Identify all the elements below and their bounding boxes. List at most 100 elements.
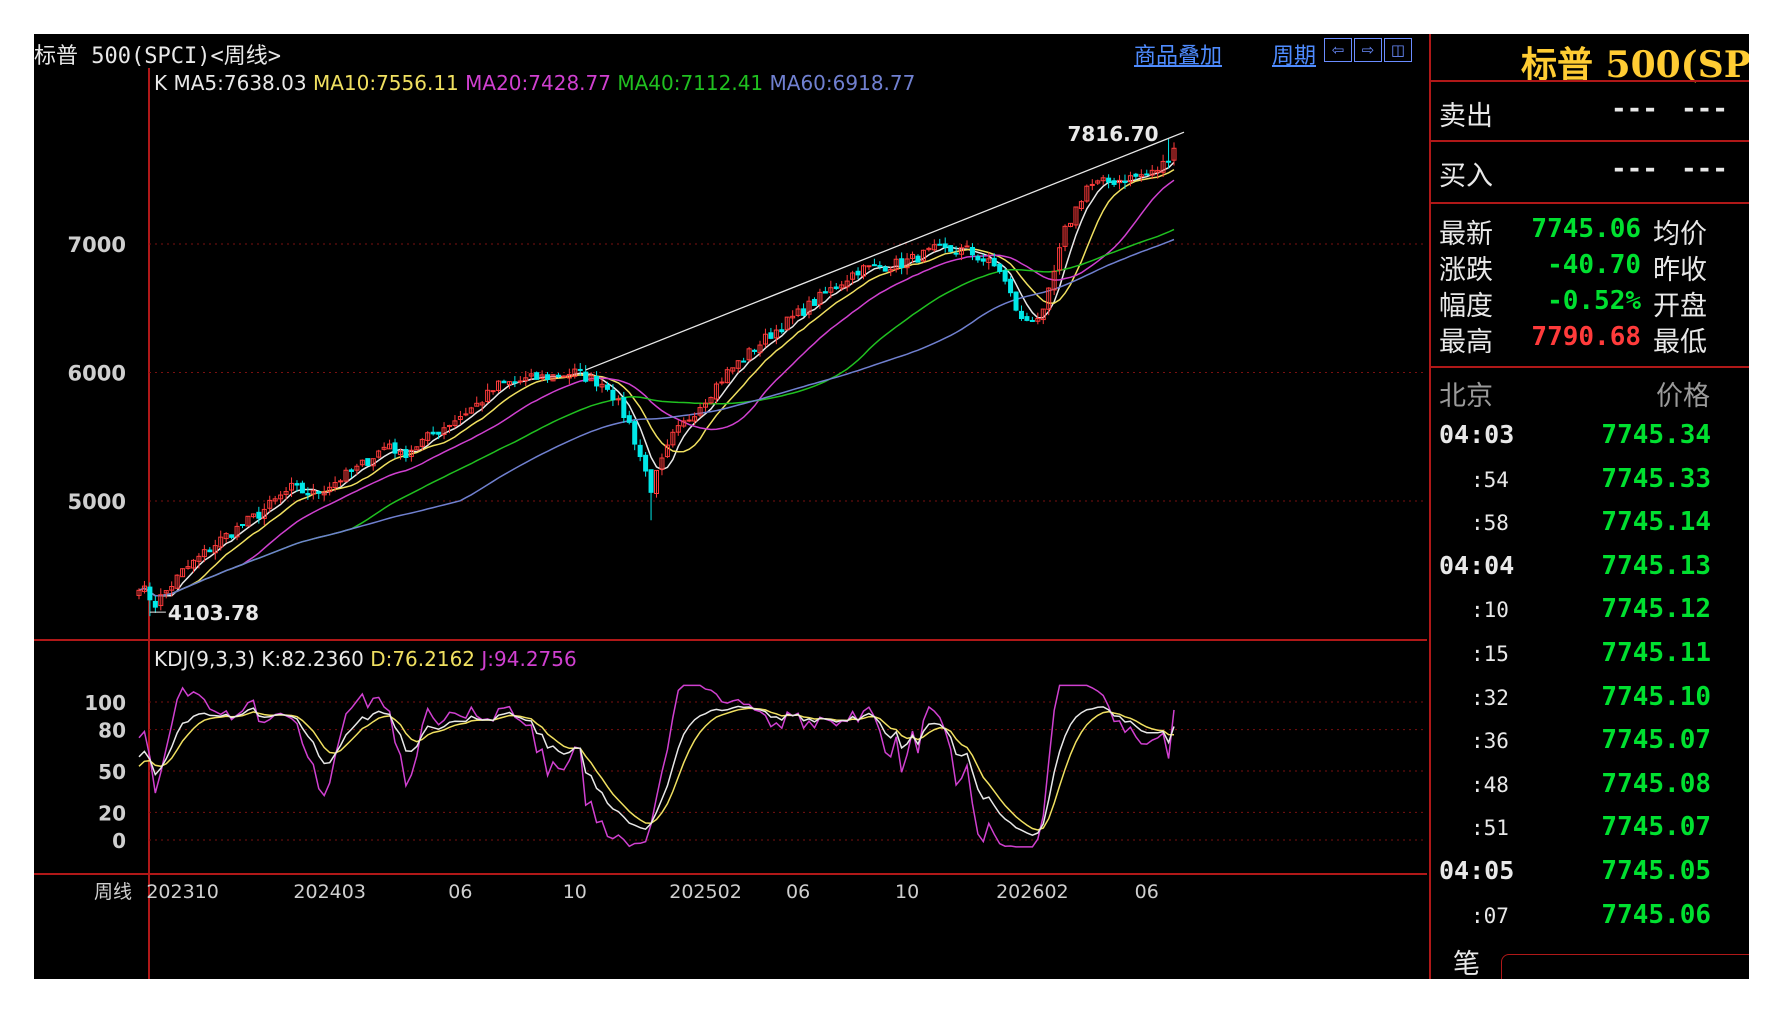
candle-body: [991, 257, 997, 267]
tick-time: :10: [1471, 598, 1509, 623]
quote-panel: 标普 500(SPC 卖出 --- --- 买入 --- --- 最新7745.…: [1429, 34, 1749, 979]
candle-body: [637, 444, 643, 458]
tick-time: 04:04: [1439, 550, 1515, 580]
tick-time: :15: [1471, 642, 1509, 666]
tick-time: :07: [1471, 903, 1509, 928]
buy-label: 买入: [1439, 161, 1493, 192]
buy-volume: ---: [1681, 154, 1728, 184]
quote-right-label: 昨收: [1653, 255, 1707, 286]
candle-body: [997, 263, 1003, 272]
candle-body: [1106, 177, 1112, 183]
candle-body: [501, 380, 507, 384]
candle-body: [294, 483, 300, 486]
x-tick-label: 202602: [996, 881, 1069, 903]
sell-price: ---: [1611, 94, 1658, 124]
y-tick-label: 5000: [68, 490, 126, 514]
kdj-j-line: [138, 684, 1175, 848]
quote-value: -0.52%: [1547, 286, 1641, 316]
chart-title-bar: 标普 500(SPCI)<周线> 商品叠加 周期 ⇦ ⇨ ◫: [34, 34, 1429, 70]
candle-body: [969, 246, 975, 256]
high-annotation: 7816.70: [1067, 122, 1158, 146]
candle-body: [583, 371, 589, 382]
tick-price: 7745.11: [1601, 638, 1711, 668]
candle-body: [316, 491, 322, 494]
x-tick-label: 06: [1135, 881, 1159, 903]
footer-tab[interactable]: [1501, 954, 1749, 979]
quote-value: -40.70: [1547, 250, 1641, 280]
x-tick-label: 06: [448, 881, 472, 903]
candle-body: [615, 398, 621, 401]
sell-label: 卖出: [1439, 101, 1493, 132]
candle-body: [953, 252, 959, 255]
candle-body: [1111, 180, 1117, 185]
y-tick-label: 6000: [68, 362, 126, 386]
candle-body: [948, 245, 954, 252]
candle-body: [152, 600, 158, 608]
candle-body: [299, 482, 305, 494]
tick-price: 7745.06: [1601, 899, 1711, 930]
candle-body: [980, 258, 986, 262]
chart-svg[interactable]: 7000 6000 5000 K MA5:7638.03 MA10:7556.11 M…: [34, 68, 1429, 979]
candle-body: [1144, 173, 1150, 176]
tick-price: 7745.33: [1601, 463, 1711, 494]
period-link[interactable]: 周期: [1272, 38, 1316, 70]
tick-price: 7745.12: [1601, 594, 1711, 625]
candle-body: [752, 349, 758, 352]
candle-body: [561, 375, 567, 378]
tick-time: 04:05: [1439, 856, 1515, 885]
tick-price: 7745.05: [1601, 856, 1711, 886]
candle-body: [517, 380, 523, 383]
layout-icon[interactable]: ◫: [1384, 38, 1412, 62]
candle-body: [490, 390, 496, 393]
kdj-y-tick-label: 100: [84, 691, 126, 715]
ma-line-10: [138, 168, 1175, 597]
quote-right-label: 最低: [1653, 327, 1707, 358]
y-tick-label: 7000: [68, 233, 126, 257]
candle-body: [1018, 310, 1024, 319]
footer-label: 笔: [1453, 949, 1480, 979]
quote-label: 最新: [1439, 219, 1493, 250]
candle-body: [392, 442, 398, 454]
candle-body: [621, 397, 627, 419]
kline-chart[interactable]: 7000 6000 5000 K MA5:7638.03 MA10:7556.11 M…: [34, 68, 1429, 979]
candle-body: [822, 291, 828, 294]
candle-body: [643, 454, 649, 472]
candle-body: [741, 360, 747, 363]
ma-line-20: [138, 179, 1175, 597]
tick-time: :32: [1471, 685, 1509, 710]
candle-body: [512, 381, 518, 384]
x-tick-label: 10: [895, 881, 919, 903]
trendline: [585, 131, 1185, 371]
candle-body: [545, 374, 551, 380]
arrow-right-icon[interactable]: ⇨: [1354, 38, 1382, 62]
ma-line-60: [138, 238, 1175, 597]
kdj-y-tick-label: 20: [98, 801, 126, 825]
tick-time: :48: [1471, 772, 1509, 797]
candle-body: [877, 265, 883, 268]
overlay-commodity-link[interactable]: 商品叠加: [1134, 38, 1222, 70]
ma-line-40: [138, 228, 1175, 597]
x-axis-prefix: 周线: [94, 881, 132, 903]
candle-body: [1013, 291, 1019, 311]
candle-body: [147, 586, 153, 601]
tick-time: :51: [1471, 816, 1509, 841]
candle-body: [604, 384, 610, 390]
candle-body: [436, 431, 442, 435]
candle-body: [1089, 183, 1095, 186]
tick-price: 7745.10: [1601, 681, 1711, 712]
chart-title: 标普 500(SPCI)<周线>: [34, 44, 281, 69]
candle-body: [305, 492, 311, 496]
candle-body: [801, 308, 807, 316]
kdj-y-tick-label: 50: [98, 760, 126, 784]
quote-right-label: 均价: [1653, 219, 1707, 250]
quote-value: 7745.06: [1531, 214, 1641, 244]
candle-body: [1008, 278, 1014, 294]
candle-body: [942, 243, 948, 248]
ma-line-5: [138, 161, 1175, 597]
candle-body: [975, 255, 981, 261]
candle-body: [534, 372, 540, 380]
arrow-left-icon[interactable]: ⇦: [1324, 38, 1352, 62]
candle-body: [1029, 319, 1035, 322]
quote-label: 幅度: [1439, 291, 1493, 322]
candle-body: [348, 469, 354, 472]
